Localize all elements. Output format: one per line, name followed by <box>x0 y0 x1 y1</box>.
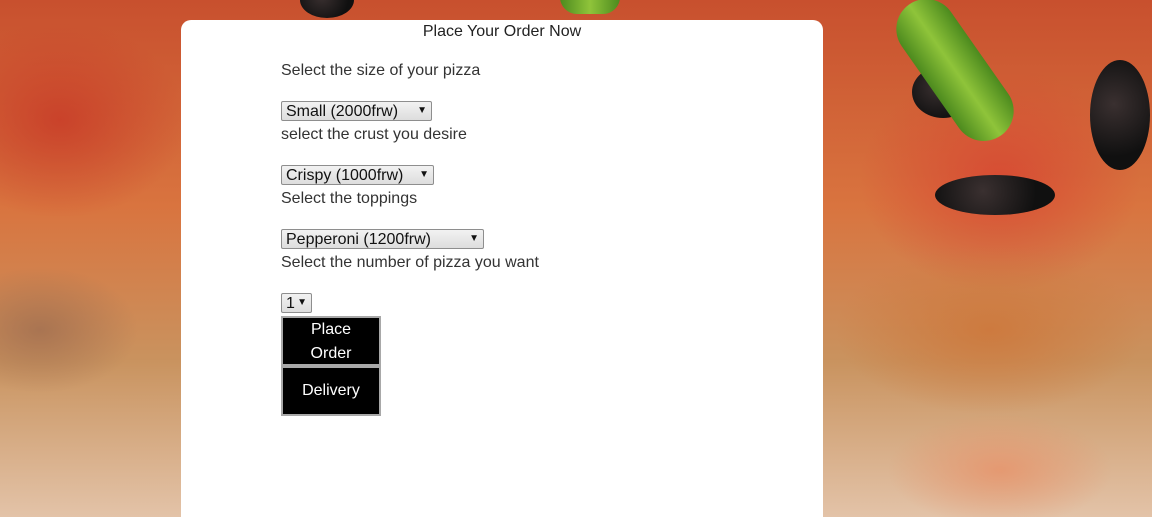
green-pepper-decoration <box>560 0 620 14</box>
toppings-label: Select the toppings <box>281 190 418 207</box>
chevron-down-icon: ▼ <box>417 105 427 116</box>
size-select-value: Small (2000frw) <box>286 103 399 120</box>
toppings-select-value: Pepperoni (1200frw) <box>286 231 431 248</box>
crust-select-value: Crispy (1000frw) <box>286 167 404 184</box>
order-form-card: Place Your Order Now Select the size of … <box>181 20 823 517</box>
place-order-button[interactable]: Place Order <box>281 316 381 366</box>
delivery-button[interactable]: Delivery <box>281 366 381 416</box>
size-label: Select the size of your pizza <box>281 62 481 79</box>
page-title: Place Your Order Now <box>422 23 582 40</box>
quantity-label: Select the number of pizza you want <box>281 254 539 271</box>
olive-decoration <box>1090 60 1150 170</box>
chevron-down-icon: ▼ <box>297 297 307 308</box>
quantity-select[interactable]: 1 ▼ <box>281 293 312 313</box>
quantity-select-value: 1 <box>286 295 295 312</box>
crust-label: select the crust you desire <box>281 126 467 143</box>
olive-decoration <box>300 0 354 18</box>
olive-decoration <box>935 175 1055 215</box>
toppings-select[interactable]: Pepperoni (1200frw) ▼ <box>281 229 484 249</box>
chevron-down-icon: ▼ <box>419 169 429 180</box>
green-pepper-decoration <box>884 0 1026 153</box>
size-select[interactable]: Small (2000frw) ▼ <box>281 101 432 121</box>
crust-select[interactable]: Crispy (1000frw) ▼ <box>281 165 434 185</box>
delivery-button-label: Delivery <box>302 382 360 399</box>
place-order-button-label: Place Order <box>310 321 352 362</box>
chevron-down-icon: ▼ <box>469 233 479 244</box>
order-form: Select the size of your pizza Small (200… <box>281 58 781 416</box>
